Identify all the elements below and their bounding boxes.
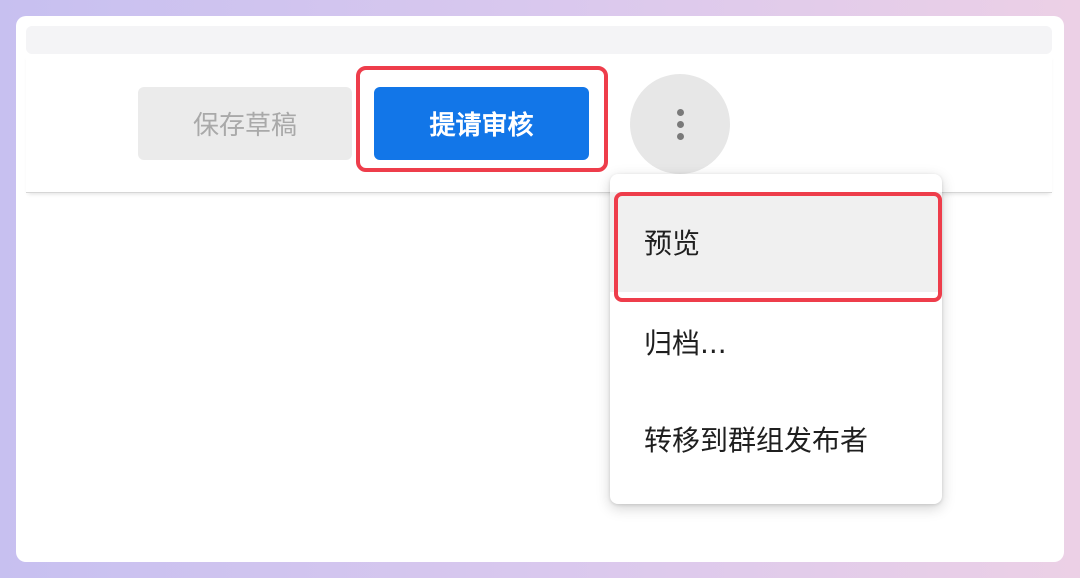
more-options-button[interactable] [630,74,730,174]
toolbar: 保存草稿 提请审核 [26,54,1052,193]
submit-review-button[interactable]: 提请审核 [374,87,589,160]
menu-item-archive[interactable]: 归档... [610,292,942,392]
editor-window: 保存草稿 提请审核 预览 归档... 转移到群组发布者 [16,16,1064,562]
vertical-ellipsis-icon [676,132,684,140]
menu-item-transfer-to-group-publisher[interactable]: 转移到群组发布者 [610,389,942,489]
top-strip [26,26,1052,54]
preview-highlight-outline [614,192,942,302]
save-draft-button[interactable]: 保存草稿 [138,87,352,160]
vertical-ellipsis-icon [676,108,684,116]
vertical-ellipsis-icon [676,120,684,128]
